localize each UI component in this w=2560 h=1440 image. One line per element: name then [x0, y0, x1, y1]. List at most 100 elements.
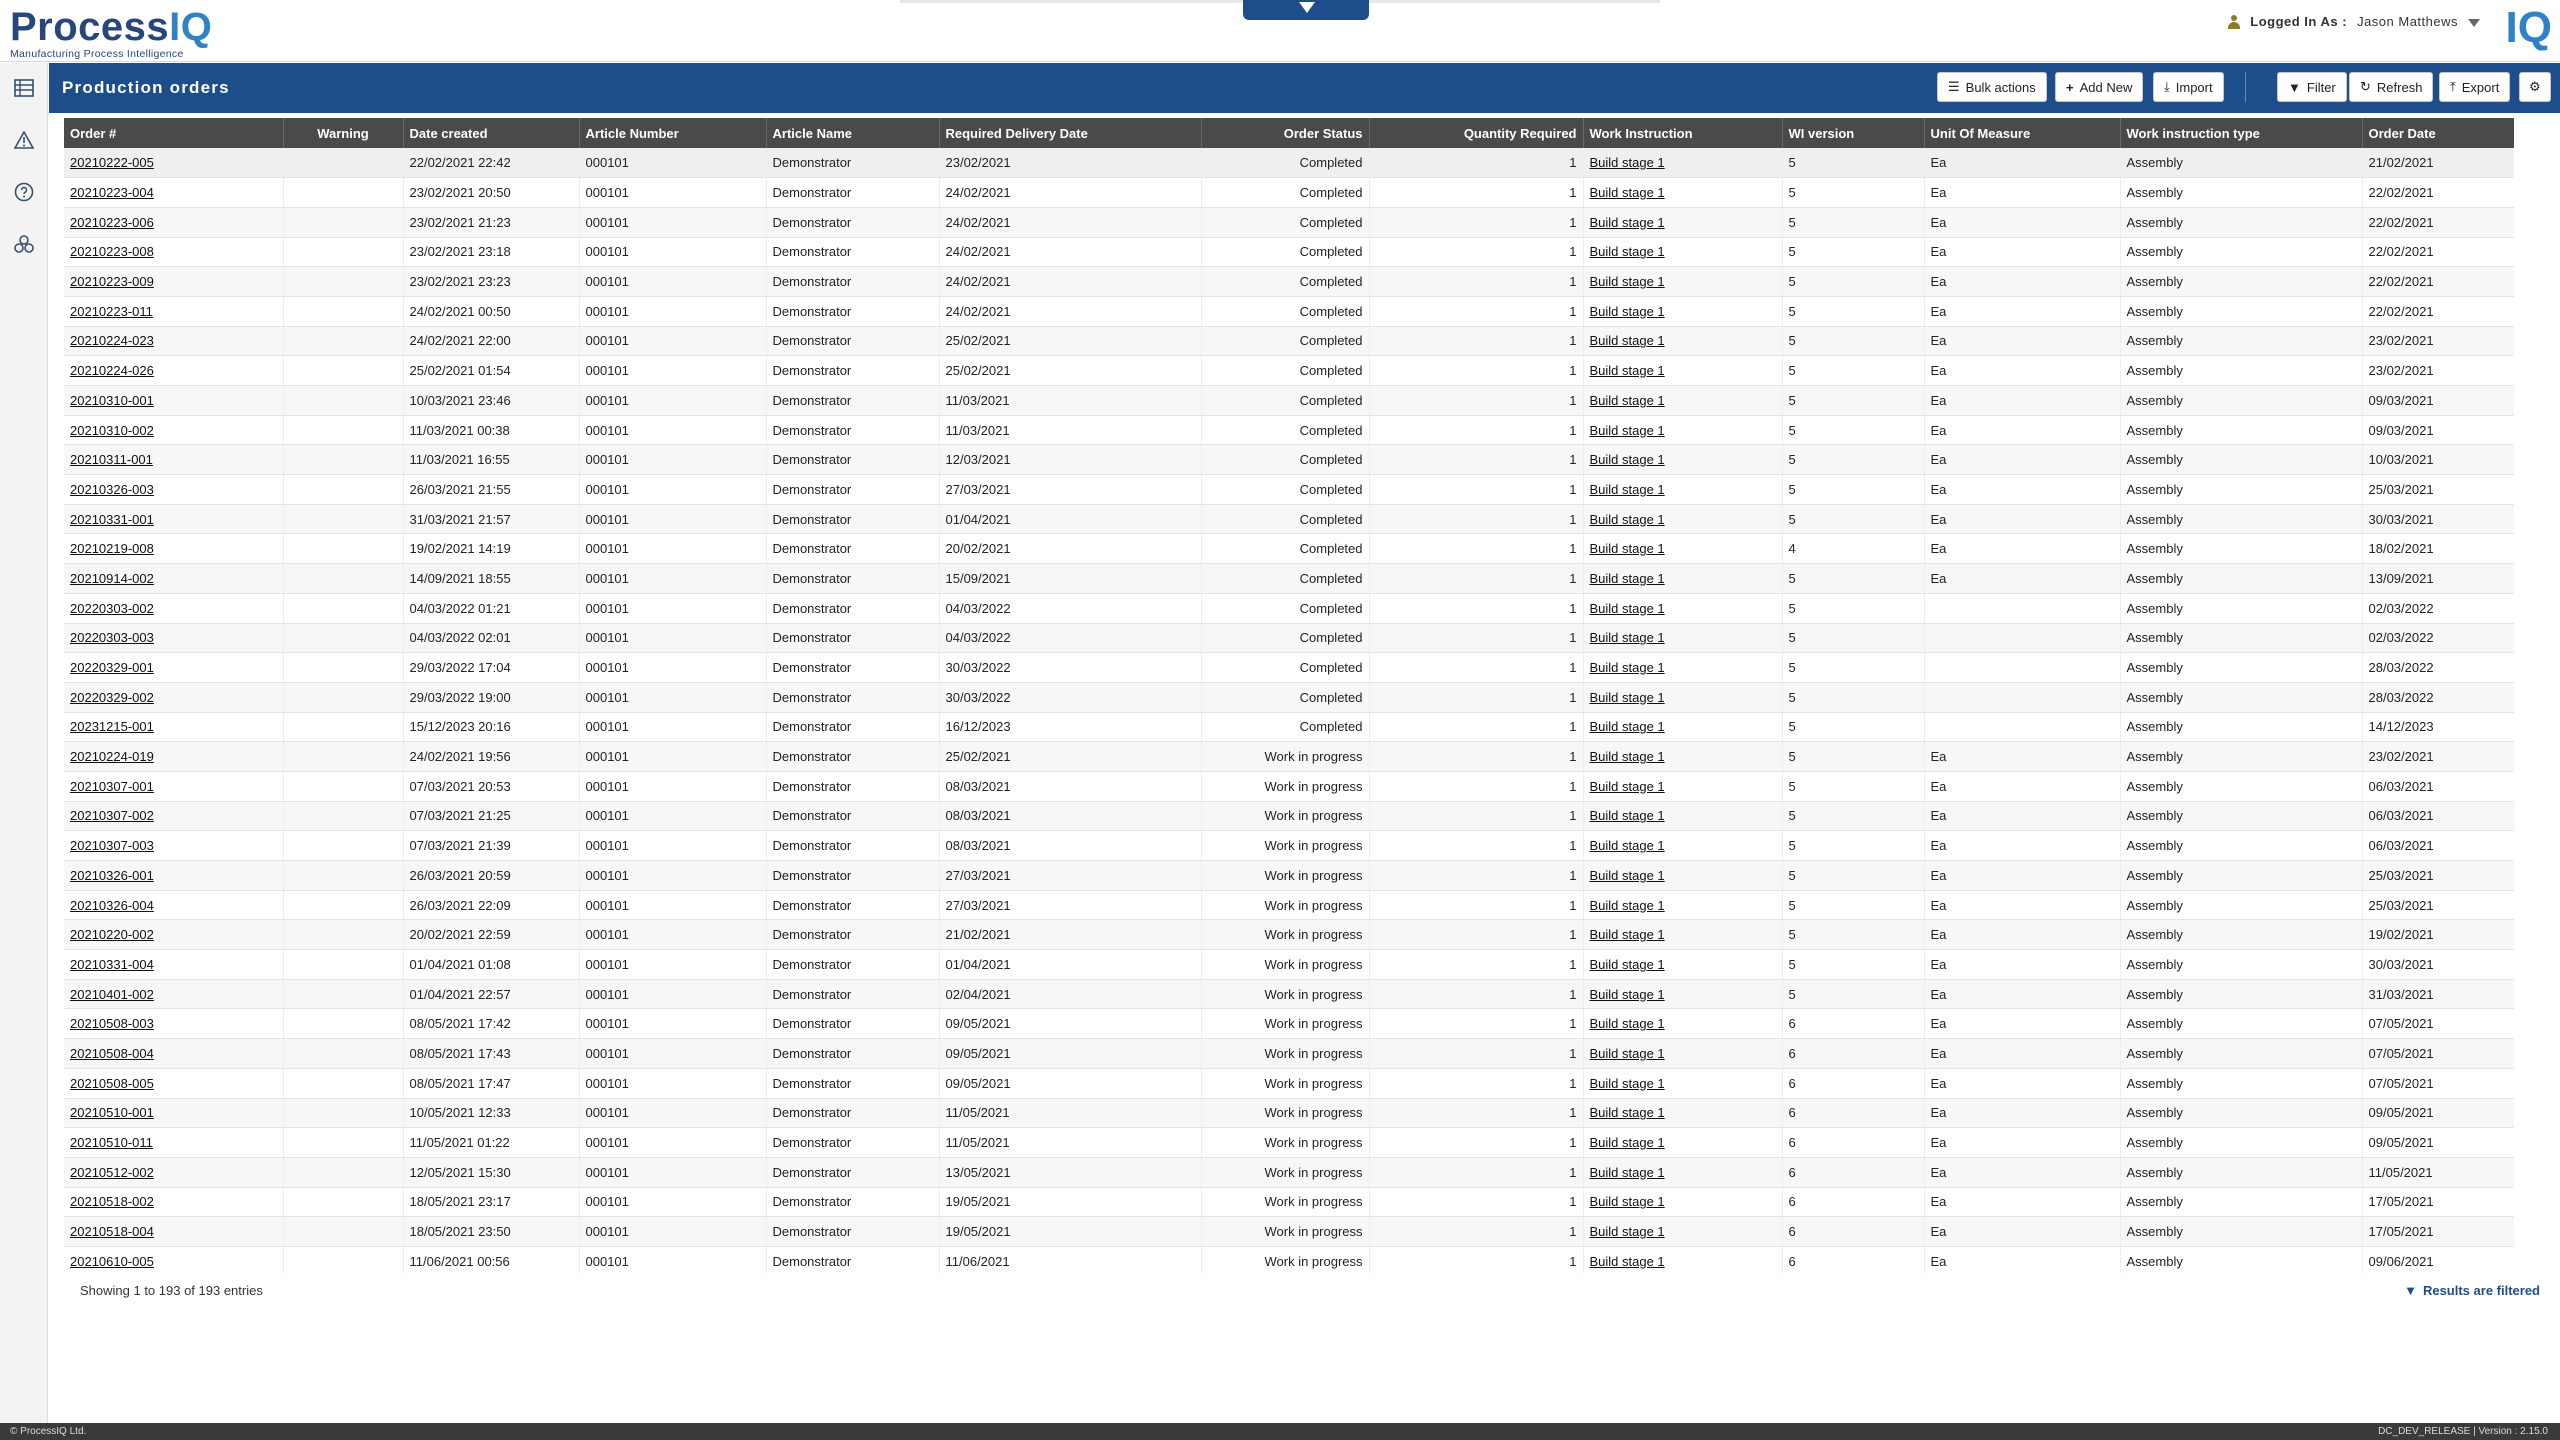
table-row[interactable]: 20210223-004 23/02/2021 20:50 000101 Demons… [64, 177, 2514, 208]
table-row[interactable]: 20210224-019 24/02/2021 19:56 000101 Demons… [64, 741, 2514, 772]
table-row[interactable]: 20210510-001 10/05/2021 12:33 000101 Demons… [64, 1098, 2514, 1129]
col-article-number[interactable]: Article Number [579, 118, 767, 148]
col-date-created[interactable]: Date created [403, 118, 580, 148]
work-instruction-link[interactable]: Build stage 1 [1590, 155, 1665, 170]
work-instruction-link[interactable]: Build stage 1 [1590, 363, 1665, 378]
table-row[interactable]: 20210326-001 26/03/2021 20:59 000101 Demons… [64, 860, 2514, 891]
order-link[interactable]: 20220303-003 [70, 630, 154, 645]
col-article-name[interactable]: Article Name [766, 118, 940, 148]
order-link[interactable]: 20210307-002 [70, 808, 154, 823]
table-row[interactable]: 20210222-005 22/02/2021 22:42 000101 Demons… [64, 148, 2514, 179]
table-row[interactable]: 20220329-001 29/03/2022 17:04 000101 Demons… [64, 652, 2514, 683]
table-row[interactable]: 20210326-003 26/03/2021 21:55 000101 Demons… [64, 474, 2514, 505]
col-order-number[interactable]: Order # [64, 118, 284, 148]
order-link[interactable]: 20210223-006 [70, 215, 154, 230]
work-instruction-link[interactable]: Build stage 1 [1590, 1254, 1665, 1269]
order-link[interactable]: 20210508-004 [70, 1046, 154, 1061]
col-order-date[interactable]: Order Date [2362, 118, 2514, 148]
work-instruction-link[interactable]: Build stage 1 [1590, 749, 1665, 764]
modules-icon[interactable] [13, 233, 35, 255]
table-row[interactable]: 20210518-004 18/05/2021 23:50 000101 Demons… [64, 1216, 2514, 1247]
table-row[interactable]: 20210223-006 23/02/2021 21:23 000101 Demons… [64, 207, 2514, 238]
table-row[interactable]: 20210512-002 12/05/2021 15:30 000101 Demons… [64, 1157, 2514, 1188]
table-row[interactable]: 20210508-004 08/05/2021 17:43 000101 Demons… [64, 1038, 2514, 1069]
order-link[interactable]: 20210326-003 [70, 482, 154, 497]
order-link[interactable]: 20210222-005 [70, 155, 154, 170]
order-link[interactable]: 20210307-001 [70, 779, 154, 794]
work-instruction-link[interactable]: Build stage 1 [1590, 244, 1665, 259]
order-link[interactable]: 20210220-002 [70, 927, 154, 942]
order-link[interactable]: 20210219-008 [70, 541, 154, 556]
table-row[interactable]: 20210326-004 26/03/2021 22:09 000101 Demons… [64, 890, 2514, 921]
table-row[interactable]: 20210223-009 23/02/2021 23:23 000101 Demons… [64, 266, 2514, 297]
work-instruction-link[interactable]: Build stage 1 [1590, 541, 1665, 556]
table-list-icon[interactable] [13, 77, 35, 99]
order-link[interactable]: 20220329-002 [70, 690, 154, 705]
work-instruction-link[interactable]: Build stage 1 [1590, 452, 1665, 467]
order-link[interactable]: 20210223-004 [70, 185, 154, 200]
work-instruction-link[interactable]: Build stage 1 [1590, 719, 1665, 734]
col-order-status[interactable]: Order Status [1201, 118, 1370, 148]
table-row[interactable]: 20210310-001 10/03/2021 23:46 000101 Demons… [64, 385, 2514, 416]
col-required-delivery-date[interactable]: Required Delivery Date [939, 118, 1202, 148]
work-instruction-link[interactable]: Build stage 1 [1590, 274, 1665, 289]
order-link[interactable]: 20220303-002 [70, 601, 154, 616]
col-wi-version[interactable]: WI version [1782, 118, 1925, 148]
table-row[interactable]: 20210219-008 19/02/2021 14:19 000101 Demons… [64, 533, 2514, 565]
work-instruction-link[interactable]: Build stage 1 [1590, 630, 1665, 645]
order-link[interactable]: 20210518-002 [70, 1194, 154, 1209]
work-instruction-link[interactable]: Build stage 1 [1590, 927, 1665, 942]
col-warning[interactable]: Warning [283, 118, 404, 148]
order-link[interactable]: 20210224-019 [70, 749, 154, 764]
refresh-button[interactable]: ↻ Refresh [2349, 72, 2434, 102]
order-link[interactable]: 20210223-008 [70, 244, 154, 259]
work-instruction-link[interactable]: Build stage 1 [1590, 808, 1665, 823]
table-row[interactable]: 20210510-011 11/05/2021 01:22 000101 Demons… [64, 1127, 2514, 1158]
work-instruction-link[interactable]: Build stage 1 [1590, 333, 1665, 348]
help-icon[interactable] [13, 181, 35, 203]
order-link[interactable]: 20210331-001 [70, 512, 154, 527]
work-instruction-link[interactable]: Build stage 1 [1590, 987, 1665, 1002]
order-link[interactable]: 20210310-001 [70, 393, 154, 408]
work-instruction-link[interactable]: Build stage 1 [1590, 423, 1665, 438]
work-instruction-link[interactable]: Build stage 1 [1590, 185, 1665, 200]
table-row[interactable]: 20210508-003 08/05/2021 17:42 000101 Demons… [64, 1008, 2514, 1040]
work-instruction-link[interactable]: Build stage 1 [1590, 838, 1665, 853]
order-link[interactable]: 20210307-003 [70, 838, 154, 853]
work-instruction-link[interactable]: Build stage 1 [1590, 660, 1665, 675]
order-link[interactable]: 20210331-004 [70, 957, 154, 972]
work-instruction-link[interactable]: Build stage 1 [1590, 1224, 1665, 1239]
work-instruction-link[interactable]: Build stage 1 [1590, 1194, 1665, 1209]
processiq-logo[interactable]: ProcessIQ Manufacturing Process Intellig… [10, 6, 212, 60]
table-row[interactable]: 20210307-001 07/03/2021 20:53 000101 Demons… [64, 771, 2514, 802]
settings-button[interactable]: ⚙ [2519, 72, 2551, 102]
table-row[interactable]: 20210224-023 24/02/2021 22:00 000101 Demons… [64, 326, 2514, 357]
table-row[interactable]: 20210508-005 08/05/2021 17:47 000101 Demons… [64, 1068, 2514, 1099]
work-instruction-link[interactable]: Build stage 1 [1590, 304, 1665, 319]
work-instruction-link[interactable]: Build stage 1 [1590, 1046, 1665, 1061]
order-link[interactable]: 20210512-002 [70, 1165, 154, 1180]
table-row[interactable]: 20210914-002 14/09/2021 18:55 000101 Demons… [64, 563, 2514, 594]
table-row[interactable]: 20210331-004 01/04/2021 01:08 000101 Demons… [64, 949, 2514, 980]
work-instruction-link[interactable]: Build stage 1 [1590, 393, 1665, 408]
order-link[interactable]: 20210401-002 [70, 987, 154, 1002]
work-instruction-link[interactable]: Build stage 1 [1590, 482, 1665, 497]
work-instruction-link[interactable]: Build stage 1 [1590, 512, 1665, 527]
work-instruction-link[interactable]: Build stage 1 [1590, 1105, 1665, 1120]
col-unit-of-measure[interactable]: Unit Of Measure [1924, 118, 2121, 148]
bulk-actions-button[interactable]: ☰ Bulk actions [1937, 72, 2047, 102]
filter-button[interactable]: ▼ Filter [2277, 72, 2347, 102]
table-row[interactable]: 20220303-002 04/03/2022 01:21 000101 Demons… [64, 593, 2514, 624]
table-row[interactable]: 20210220-002 20/02/2021 22:59 000101 Demons… [64, 919, 2514, 951]
order-link[interactable]: 20210224-026 [70, 363, 154, 378]
order-link[interactable]: 20210508-003 [70, 1016, 154, 1031]
table-row[interactable]: 20210223-008 23/02/2021 23:18 000101 Demons… [64, 237, 2514, 268]
col-work-instruction-type[interactable]: Work instruction type [2120, 118, 2363, 148]
col-quantity-required[interactable]: Quantity Required [1369, 118, 1584, 148]
work-instruction-link[interactable]: Build stage 1 [1590, 1165, 1665, 1180]
work-instruction-link[interactable]: Build stage 1 [1590, 215, 1665, 230]
order-link[interactable]: 20210510-001 [70, 1105, 154, 1120]
table-row[interactable]: 20210223-011 24/02/2021 00:50 000101 Demons… [64, 296, 2514, 327]
order-link[interactable]: 20210610-005 [70, 1254, 154, 1269]
table-row[interactable]: 20210310-002 11/03/2021 00:38 000101 Demons… [64, 415, 2514, 446]
